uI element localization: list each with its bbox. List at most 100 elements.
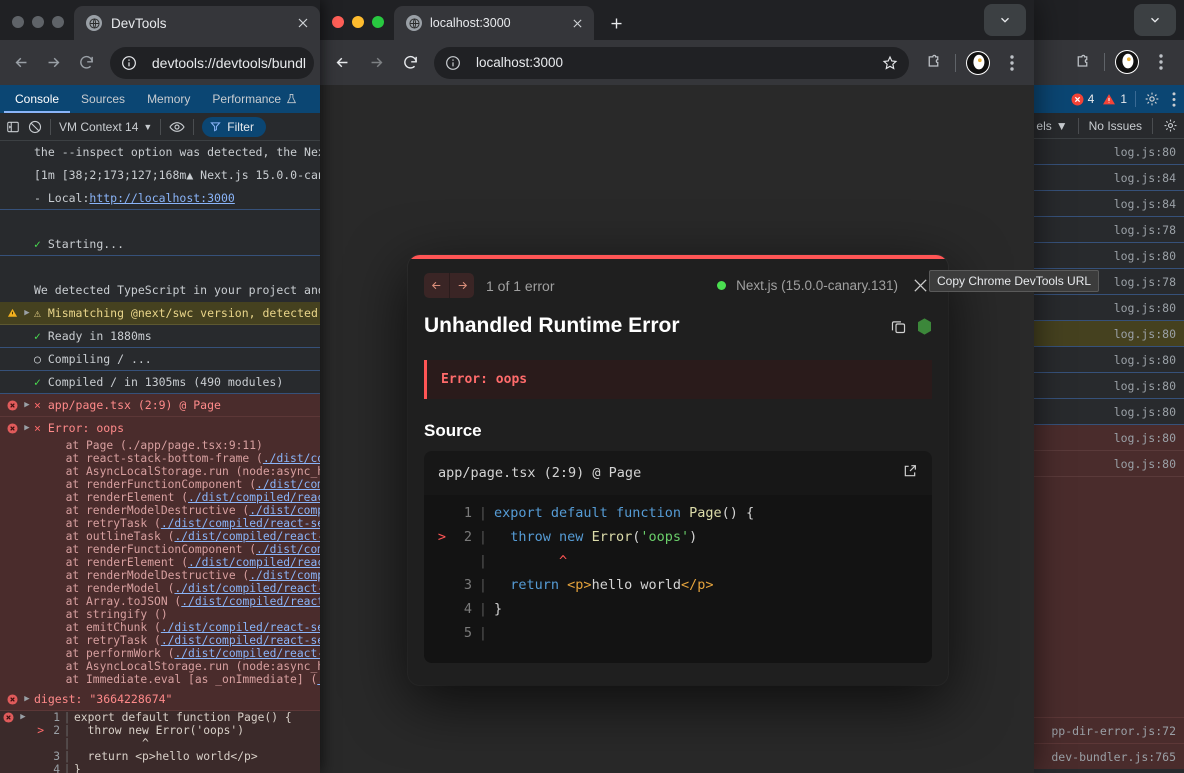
console-digest-row[interactable]: ▶ digest: "3664228674" [0,688,320,711]
minimize-window-button[interactable] [352,16,364,28]
console-log-list[interactable]: the --inspect option was detected, the N… [0,141,320,773]
log-source-link[interactable]: log.js:80 [1114,301,1176,315]
stack-frame-link[interactable]: ./dist/compiled/react-ser [174,647,320,660]
console-log-row[interactable] [0,210,320,233]
devtools-address-bar[interactable]: devtools://devtools/bundl [109,46,314,79]
console-log-row[interactable]: [1m [38;2;173;127;168m▲ Next.js 15.0.0-c… [0,164,320,187]
console-row-link[interactable]: http://localhost:3000 [89,187,234,209]
forward-button[interactable] [39,47,70,79]
devtools-settings-button[interactable] [1144,91,1160,107]
console-log-row[interactable]: ○ Compiling / ... [0,348,320,371]
stack-frame-link[interactable]: ./dist/compiled/react-ser [174,530,320,543]
stack-frame-link[interactable]: ./dist/compile [249,504,320,517]
log-levels-label[interactable]: els [1036,119,1051,133]
devtools-panel-tab-console[interactable]: Console [4,85,70,113]
console-log-row[interactable]: - Local: http://localhost:3000 [0,187,320,210]
log-source-link[interactable]: log.js:80 [1114,379,1176,393]
stack-frame-link[interactable]: ./dist/compiled/react-s [188,491,320,504]
open-in-editor-button[interactable] [902,463,918,483]
close-window-button[interactable] [12,16,24,28]
tab-close-button[interactable] [568,14,586,32]
console-log-row[interactable]: the --inspect option was detected, the N… [0,141,320,164]
stack-frame-link[interactable]: ./dist/compiled/react-s [188,556,320,569]
maximize-window-button[interactable] [52,16,64,28]
issues-label[interactable]: No Issues [1089,119,1142,133]
log-source-link[interactable]: log.js:80 [1114,327,1176,341]
live-expression-button[interactable] [169,120,185,134]
log-source-link[interactable]: log.js:80 [1114,457,1176,471]
console-error-entry[interactable]: ▶ × Error: oops at Page (./app/page.tsx:9… [0,417,320,688]
reload-button[interactable] [71,47,102,79]
console-log-row[interactable]: We detected TypeScript in your project a… [0,279,320,302]
browser-tab[interactable]: localhost:3000 [394,6,594,40]
minimize-window-button[interactable] [32,16,44,28]
log-source-link[interactable]: log.js:80 [1114,145,1176,159]
site-info-button[interactable] [116,50,142,76]
stack-frame-link[interactable]: ./dist/compil [256,543,320,556]
log-levels-caret[interactable]: ▼ [1056,119,1068,133]
expand-arrow-icon[interactable]: ▶ [20,394,34,416]
stack-frame-link[interactable]: ./dist/compil [256,478,320,491]
clear-console-button[interactable] [28,120,42,134]
issues-settings-button[interactable] [1163,118,1178,133]
nodejs-inspector-button[interactable] [917,317,932,335]
console-sidebar-toggle-button[interactable] [6,120,20,134]
console-log-row[interactable]: ✓ Compiled / in 1305ms (490 modules) [0,371,320,394]
error-count-indicator[interactable]: 4 [1071,92,1094,106]
console-log-row[interactable] [0,256,320,279]
console-error-title-row[interactable]: ▶ × Error: oops [0,417,320,439]
console-log-row[interactable]: ✓ Starting... [0,233,320,256]
warning-count-indicator[interactable]: 1 [1102,92,1127,106]
devtools-tab[interactable]: DevTools [74,6,320,40]
previous-error-button[interactable] [424,273,449,298]
console-filter-input[interactable]: Filter [202,116,266,137]
devtools-panel-tab-sources[interactable]: Sources [70,85,136,113]
console-log-row[interactable]: ▶ ⚠ Mismatching @next/swc version, detect… [0,302,320,325]
log-source-link[interactable]: dev-bundler.js:765 [1051,750,1176,764]
log-source-link[interactable]: log.js:84 [1114,197,1176,211]
stack-frame-link[interactable]: ./dist/compiled/react-ser [174,582,320,595]
tab-list-chevron-button[interactable] [1134,4,1176,36]
stack-frame-link[interactable]: ./dist/compile [249,569,320,582]
site-info-button[interactable] [440,50,466,76]
log-source-link[interactable]: log.js:80 [1114,405,1176,419]
log-source-link[interactable]: log.js:78 [1114,223,1176,237]
back-button[interactable] [6,47,37,79]
log-source-link[interactable]: log.js:80 [1114,353,1176,367]
copy-devtools-url-button[interactable] [890,318,907,335]
stack-frame-link[interactable]: ./dist/compi [263,452,320,465]
log-source-link[interactable]: log.js:80 [1114,431,1176,445]
stack-frame-link[interactable]: ./dist/compiled/react-se [181,595,320,608]
browser-menu-button[interactable] [996,47,1028,79]
reload-button[interactable] [394,47,426,79]
forward-button[interactable] [360,47,392,79]
bookmark-button[interactable] [879,52,901,74]
tab-close-button[interactable] [294,14,312,32]
log-source-link[interactable]: log.js:84 [1114,171,1176,185]
stack-frame-link[interactable]: ./dist/compiled/react-serve [161,621,320,634]
profile-button[interactable] [1110,45,1144,79]
expand-arrow-icon[interactable]: ▶ [20,417,34,439]
stack-frame-link[interactable]: ./di [317,673,320,686]
close-window-button[interactable] [332,16,344,28]
stack-frame-link[interactable]: ./dist/compiled/react-serve [161,517,320,530]
log-source-link[interactable]: pp-dir-error.js:72 [1051,724,1176,738]
next-error-button[interactable] [449,273,474,298]
address-bar[interactable]: localhost:3000 [434,46,909,79]
devtools-panel-tab-performance[interactable]: Performance [201,85,308,113]
back-button[interactable] [326,47,358,79]
devtools-more-button[interactable] [1172,91,1176,107]
expand-arrow-icon[interactable]: ▶ [20,688,34,710]
expand-arrow-icon[interactable]: ▶ [20,302,34,324]
console-log-row[interactable]: ▶ × app/page.tsx (2:9) @ Page [0,394,320,417]
expand-arrow-icon[interactable]: ▶ [16,711,30,724]
js-context-selector[interactable]: VM Context 14 ▼ [59,120,152,134]
profile-button[interactable] [962,47,994,79]
devtools-panel-tab-memory[interactable]: Memory [136,85,201,113]
new-tab-button[interactable] [602,9,630,37]
log-source-link[interactable]: log.js:80 [1114,249,1176,263]
log-source-link[interactable]: log.js:78 [1114,275,1176,289]
extensions-button[interactable] [1065,45,1099,79]
extensions-button[interactable] [917,47,949,79]
console-log-row[interactable]: ✓ Ready in 1880ms [0,325,320,348]
